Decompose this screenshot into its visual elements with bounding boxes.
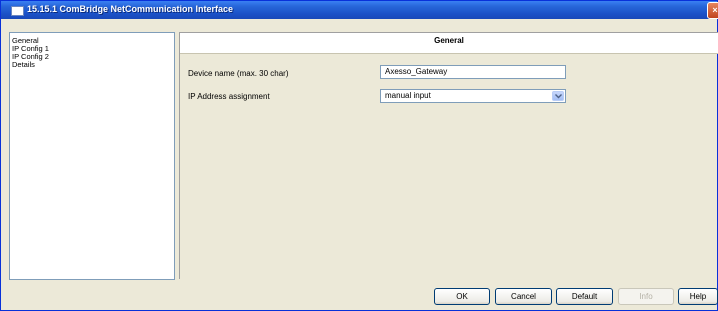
info-button: Info: [618, 288, 674, 305]
cancel-button[interactable]: Cancel: [495, 288, 552, 305]
ip-assignment-label: IP Address assignment: [188, 92, 270, 101]
chevron-down-icon[interactable]: [552, 91, 564, 101]
ip-assignment-value: manual input: [385, 91, 431, 100]
tree-item-details[interactable]: Details: [10, 61, 174, 69]
dialog-window: 15.15.1 ComBridge NetCommunication Inter…: [0, 0, 718, 311]
title-bar[interactable]: 15.15.1 ComBridge NetCommunication Inter…: [1, 1, 718, 19]
close-icon[interactable]: ×: [707, 2, 718, 19]
panel-title: General: [180, 33, 718, 54]
ok-button[interactable]: OK: [434, 288, 490, 305]
device-name-input[interactable]: Axesso_Gateway: [380, 65, 566, 79]
parameter-tree: General IP Config 1 IP Config 2 Details: [9, 32, 175, 280]
help-button[interactable]: Help: [678, 288, 718, 305]
window-app-icon: [11, 6, 24, 16]
window-title: 15.15.1 ComBridge NetCommunication Inter…: [27, 4, 234, 14]
default-button[interactable]: Default: [556, 288, 613, 305]
ip-assignment-select[interactable]: manual input: [380, 89, 566, 103]
device-name-label: Device name (max. 30 char): [188, 69, 289, 78]
parameter-panel: General Device name (max. 30 char) Axess…: [179, 32, 718, 279]
